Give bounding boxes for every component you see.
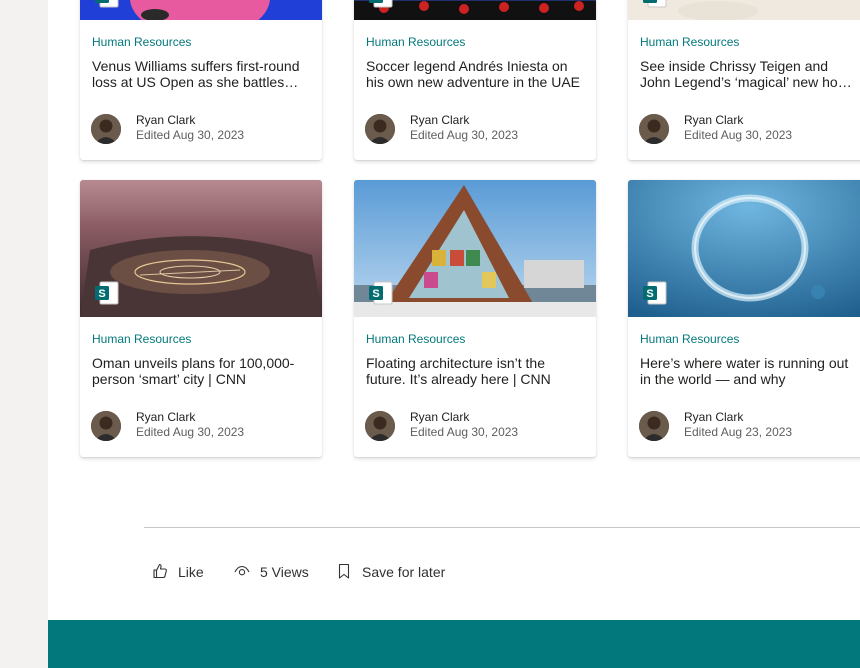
author-name[interactable]: Ryan Clark	[136, 410, 195, 424]
news-card[interactable]: S Human Resources Oman unveils plans for…	[80, 180, 322, 457]
edited-date: Edited Aug 30, 2023	[410, 128, 519, 142]
svg-text:S: S	[646, 0, 653, 3]
svg-text:S: S	[98, 0, 105, 3]
author-name[interactable]: Ryan Clark	[410, 410, 469, 424]
author-name[interactable]: Ryan Clark	[136, 113, 195, 127]
sharepoint-page-icon: S	[368, 280, 394, 306]
footer-band	[48, 620, 860, 668]
sharepoint-page-icon: S	[642, 280, 668, 306]
news-card[interactable]: S Human Resources See inside Chrissy Tei…	[628, 0, 860, 160]
edited-date: Edited Aug 30, 2023	[410, 425, 519, 439]
eye-icon	[234, 563, 260, 582]
sharepoint-page-icon: S	[642, 0, 668, 9]
news-title[interactable]: Soccer legend Andrés Iniesta on his own …	[366, 58, 586, 90]
news-card[interactable]: S Human Resources Soccer legend Andrés I…	[354, 0, 596, 160]
author-name[interactable]: Ryan Clark	[410, 113, 469, 127]
author-avatar	[365, 114, 395, 144]
edited-date: Edited Aug 30, 2023	[684, 128, 793, 142]
news-category[interactable]: Human Resources	[640, 332, 739, 346]
news-title[interactable]: Floating architecture isn’t the future. …	[366, 355, 586, 387]
news-category[interactable]: Human Resources	[366, 35, 465, 49]
edited-date: Edited Aug 30, 2023	[136, 128, 245, 142]
news-thumbnail: S	[80, 180, 322, 317]
news-category[interactable]: Human Resources	[92, 332, 191, 346]
sharepoint-page-icon: S	[368, 0, 394, 9]
author-avatar	[365, 411, 395, 441]
news-web-part: S Human Resources Venus Williams suffers…	[48, 0, 860, 620]
author-name[interactable]: Ryan Clark	[684, 410, 743, 424]
bookmark-icon	[336, 563, 362, 582]
news-title[interactable]: Venus Williams suffers first-round loss …	[92, 58, 312, 90]
edited-date: Edited Aug 23, 2023	[684, 425, 793, 439]
like-label: Like	[178, 564, 204, 580]
news-thumbnail: S	[628, 0, 860, 20]
svg-text:S: S	[646, 288, 653, 300]
news-category[interactable]: Human Resources	[640, 35, 739, 49]
left-rail	[0, 0, 48, 668]
news-category[interactable]: Human Resources	[92, 35, 191, 49]
news-thumbnail: S	[80, 0, 322, 20]
news-thumbnail: S	[628, 180, 860, 317]
divider	[144, 527, 860, 528]
svg-text:S: S	[98, 288, 105, 300]
edited-date: Edited Aug 30, 2023	[136, 425, 245, 439]
author-avatar	[639, 411, 669, 441]
news-title[interactable]: Here’s where water is running out in the…	[640, 355, 860, 387]
author-avatar	[91, 411, 121, 441]
news-category[interactable]: Human Resources	[366, 332, 465, 346]
author-name[interactable]: Ryan Clark	[684, 113, 743, 127]
news-thumbnail: S	[354, 0, 596, 20]
thumbs-up-icon	[152, 563, 178, 582]
author-avatar	[91, 114, 121, 144]
news-thumbnail: S	[354, 180, 596, 317]
sharepoint-page-icon: S	[94, 280, 120, 306]
author-avatar	[639, 114, 669, 144]
save-for-later-button[interactable]: Save for later	[336, 560, 445, 584]
sharepoint-page-icon: S	[94, 0, 120, 9]
news-card[interactable]: S Human Resources Venus Williams suffers…	[80, 0, 322, 160]
svg-text:S: S	[372, 0, 379, 3]
news-card[interactable]: S Human Resources Here’s where water is …	[628, 180, 860, 457]
news-title[interactable]: Oman unveils plans for 100,000-person ‘s…	[92, 355, 312, 387]
save-label: Save for later	[362, 564, 446, 580]
views-count: 5 Views	[234, 560, 309, 584]
news-title[interactable]: See inside Chrissy Teigen and John Legen…	[640, 58, 860, 90]
news-card[interactable]: S Human Resources Floating architecture …	[354, 180, 596, 457]
views-label: 5 Views	[260, 564, 309, 580]
svg-text:S: S	[372, 288, 379, 300]
like-button[interactable]: Like	[152, 560, 204, 584]
